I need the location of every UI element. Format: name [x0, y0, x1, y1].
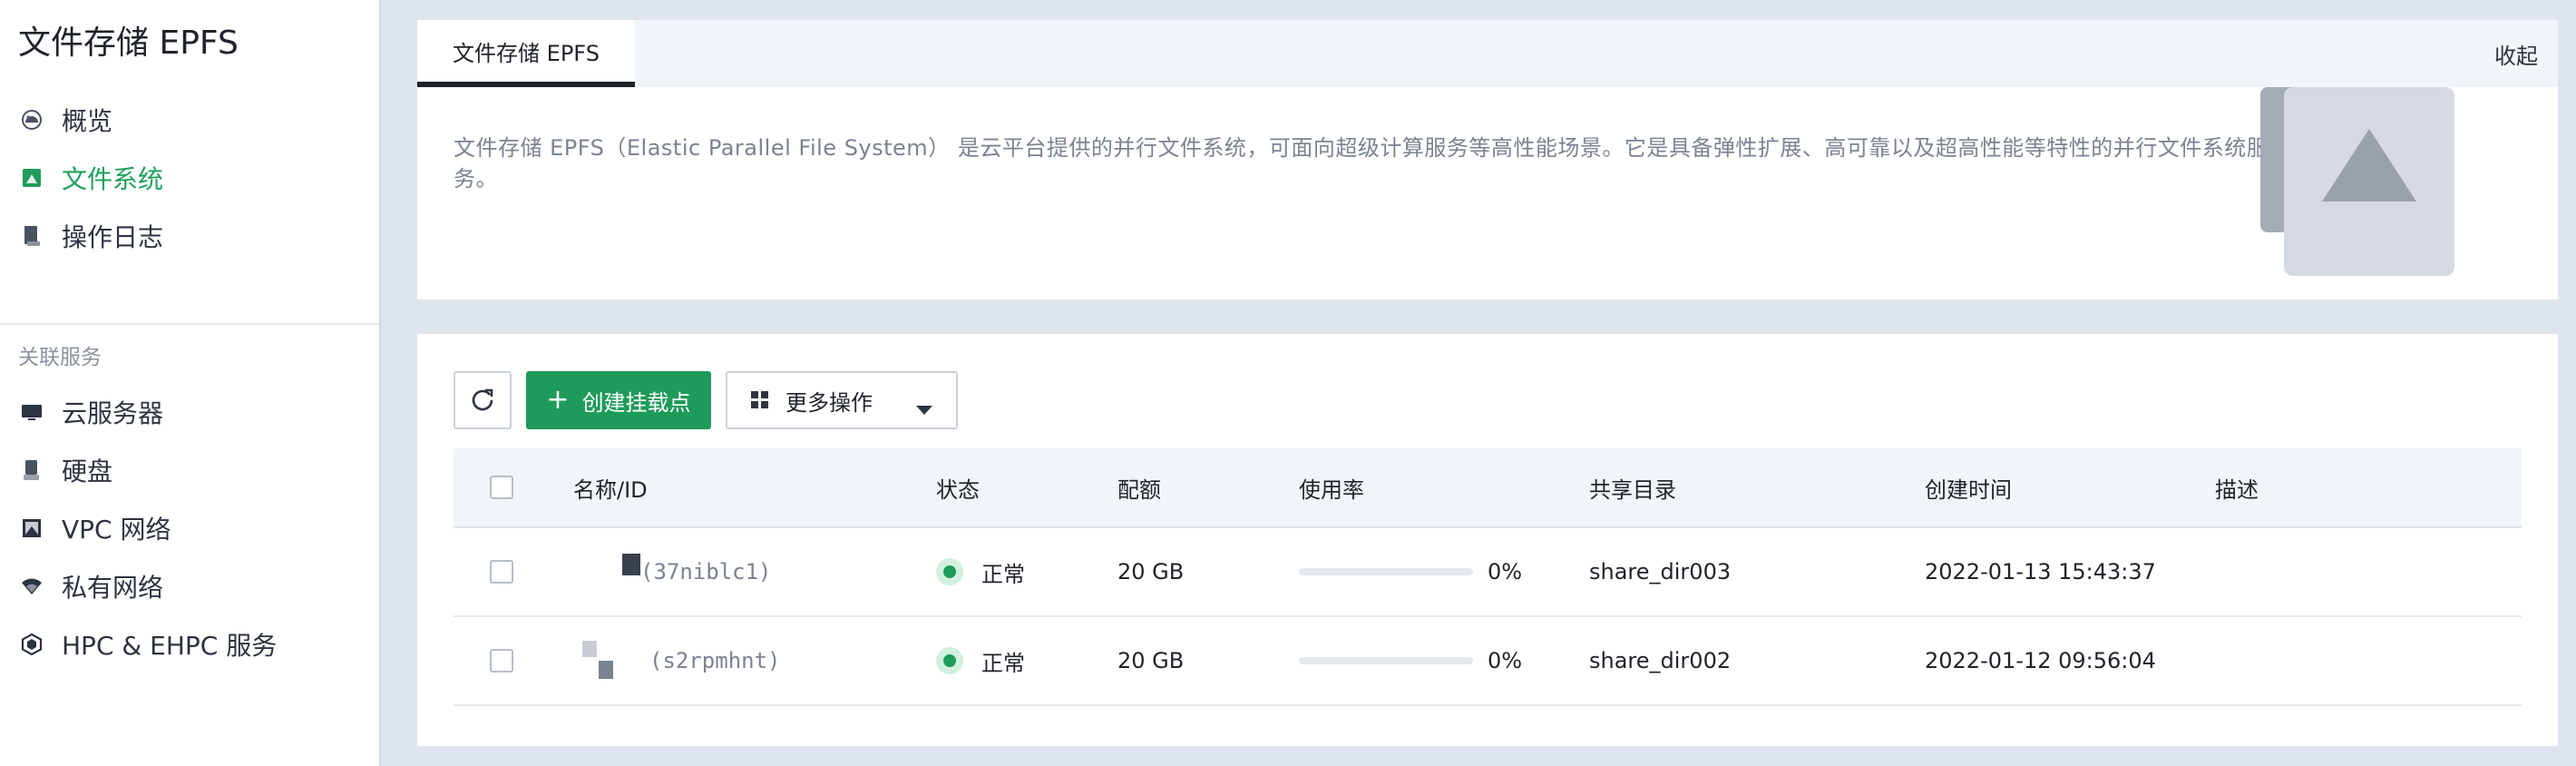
usage-cell: 0%	[1299, 528, 1522, 615]
sidebar-item-label: 概览	[62, 106, 113, 136]
share-dir-cell: share_dir002	[1589, 648, 1732, 673]
sidebar-item-label: HPC & EHPC 服务	[62, 631, 278, 661]
status-text: 正常	[981, 561, 1025, 587]
more-actions-dropdown[interactable]: 更多操作	[726, 371, 958, 429]
sidebar-item-vpc[interactable]: VPC 网络	[0, 503, 379, 554]
sidebar-item-label: VPC 网络	[62, 515, 171, 545]
select-all-cell	[490, 448, 513, 526]
sidebar-item-label: 操作日志	[62, 222, 164, 252]
row-checkbox[interactable]	[490, 560, 513, 584]
create-mount-point-label: 创建挂载点	[581, 389, 691, 416]
file-system-panel: + 创建挂载点 更多操作 名称/ID 状态 配额 使用率 共享目录 创建时间 描…	[417, 334, 2558, 746]
related-services-label: 关联服务	[18, 346, 102, 369]
sidebar-item-label: 硬盘	[62, 457, 113, 486]
table-header: 名称/ID 状态 配额 使用率 共享目录 创建时间 描述	[454, 448, 2522, 528]
chevron-down-icon	[916, 397, 932, 422]
refresh-icon	[470, 388, 495, 413]
row-checkbox[interactable]	[490, 649, 513, 673]
sidebar-item-label: 云服务器	[62, 398, 164, 428]
share-dir-cell: share_dir003	[1589, 559, 1732, 584]
wifi-icon	[20, 574, 44, 598]
sidebar-item-file-system[interactable]: 文件系统	[0, 152, 379, 203]
app-title: 文件存储 EPFS	[18, 25, 239, 62]
file-system-icon	[20, 166, 44, 190]
collapse-button[interactable]: 收起	[2494, 20, 2538, 87]
table-row[interactable]: (s2rpmhnt) 正常 20 GB 0% share_dir002 2022…	[454, 617, 2522, 706]
usage-progress-bar	[1299, 657, 1473, 664]
more-actions-label: 更多操作	[785, 389, 873, 416]
sidebar-item-disk[interactable]: 硬盘	[0, 445, 379, 496]
column-header-created[interactable]: 创建时间	[1925, 448, 2012, 526]
select-all-checkbox[interactable]	[490, 476, 513, 499]
sidebar-item-operation-log[interactable]: 操作日志	[0, 211, 379, 261]
column-header-usage[interactable]: 使用率	[1299, 448, 1364, 526]
tab-epfs-intro[interactable]: 文件存储 EPFS	[417, 20, 635, 87]
monitor-icon	[20, 400, 44, 424]
dashboard-icon	[20, 108, 44, 132]
intro-description-text: 文件存储 EPFS（Elastic Parallel File System） …	[454, 135, 2269, 192]
sidebar-item-label: 文件系统	[62, 164, 164, 194]
disk-icon	[20, 458, 44, 482]
status-indicator	[936, 558, 963, 585]
row-select-cell	[490, 528, 513, 615]
intro-tab-bar: 文件存储 EPFS 收起	[417, 20, 2558, 87]
usage-label: 0%	[1488, 648, 1523, 673]
sidebar: 文件存储 EPFS 概览 文件系统 操作日志 关联服务 云服务器 硬盘 VPC …	[0, 0, 381, 766]
status-cell: 正常	[936, 528, 1025, 615]
usage-progress-bar	[1299, 568, 1473, 575]
sidebar-item-label: 私有网络	[62, 573, 164, 603]
file-system-name-cell[interactable]: (37niblc1)	[622, 528, 772, 615]
table-row[interactable]: (37niblc1) 正常 20 GB 0% share_dir003 2022…	[454, 528, 2522, 617]
file-system-avatar	[622, 554, 640, 590]
status-text: 正常	[981, 650, 1025, 676]
refresh-button[interactable]	[454, 371, 512, 429]
column-header-name[interactable]: 名称/ID	[573, 448, 648, 526]
column-header-description[interactable]: 描述	[2215, 448, 2259, 526]
created-time-cell: 2022-01-12 09:56:04	[1925, 648, 2156, 673]
sidebar-item-cloud-server[interactable]: 云服务器	[0, 387, 379, 437]
intro-illustration	[2260, 87, 2478, 276]
quota-cell: 20 GB	[1117, 559, 1185, 584]
row-select-cell	[490, 617, 513, 704]
create-mount-point-button[interactable]: + 创建挂载点	[526, 371, 711, 429]
status-cell: 正常	[936, 617, 1025, 704]
usage-label: 0%	[1488, 559, 1523, 584]
file-system-id[interactable]: (s2rpmhnt)	[649, 648, 781, 673]
sidebar-item-hpc[interactable]: HPC & EHPC 服务	[0, 619, 379, 670]
vpc-icon	[20, 516, 44, 540]
quota-cell: 20 GB	[1117, 648, 1185, 673]
file-system-avatar	[582, 641, 619, 681]
grid-icon	[751, 391, 769, 409]
log-icon	[20, 224, 44, 248]
hpc-icon	[20, 633, 44, 656]
usage-cell: 0%	[1299, 617, 1522, 704]
sidebar-item-private-network[interactable]: 私有网络	[0, 561, 379, 612]
column-header-quota[interactable]: 配额	[1117, 448, 1161, 526]
column-header-status[interactable]: 状态	[936, 448, 980, 526]
intro-description: 文件存储 EPFS（Elastic Parallel File System） …	[454, 133, 2304, 194]
file-system-id[interactable]: (37niblc1)	[640, 559, 772, 584]
sidebar-divider	[0, 323, 379, 325]
status-indicator	[936, 647, 963, 674]
sidebar-item-overview[interactable]: 概览	[0, 94, 379, 145]
plus-icon: +	[546, 384, 570, 416]
column-header-share-dir[interactable]: 共享目录	[1589, 448, 1676, 526]
created-time-cell: 2022-01-13 15:43:37	[1925, 559, 2156, 584]
intro-card: 文件存储 EPFS 收起 文件存储 EPFS（Elastic Parallel …	[417, 20, 2558, 300]
file-system-name-cell[interactable]: (s2rpmhnt)	[582, 617, 781, 704]
